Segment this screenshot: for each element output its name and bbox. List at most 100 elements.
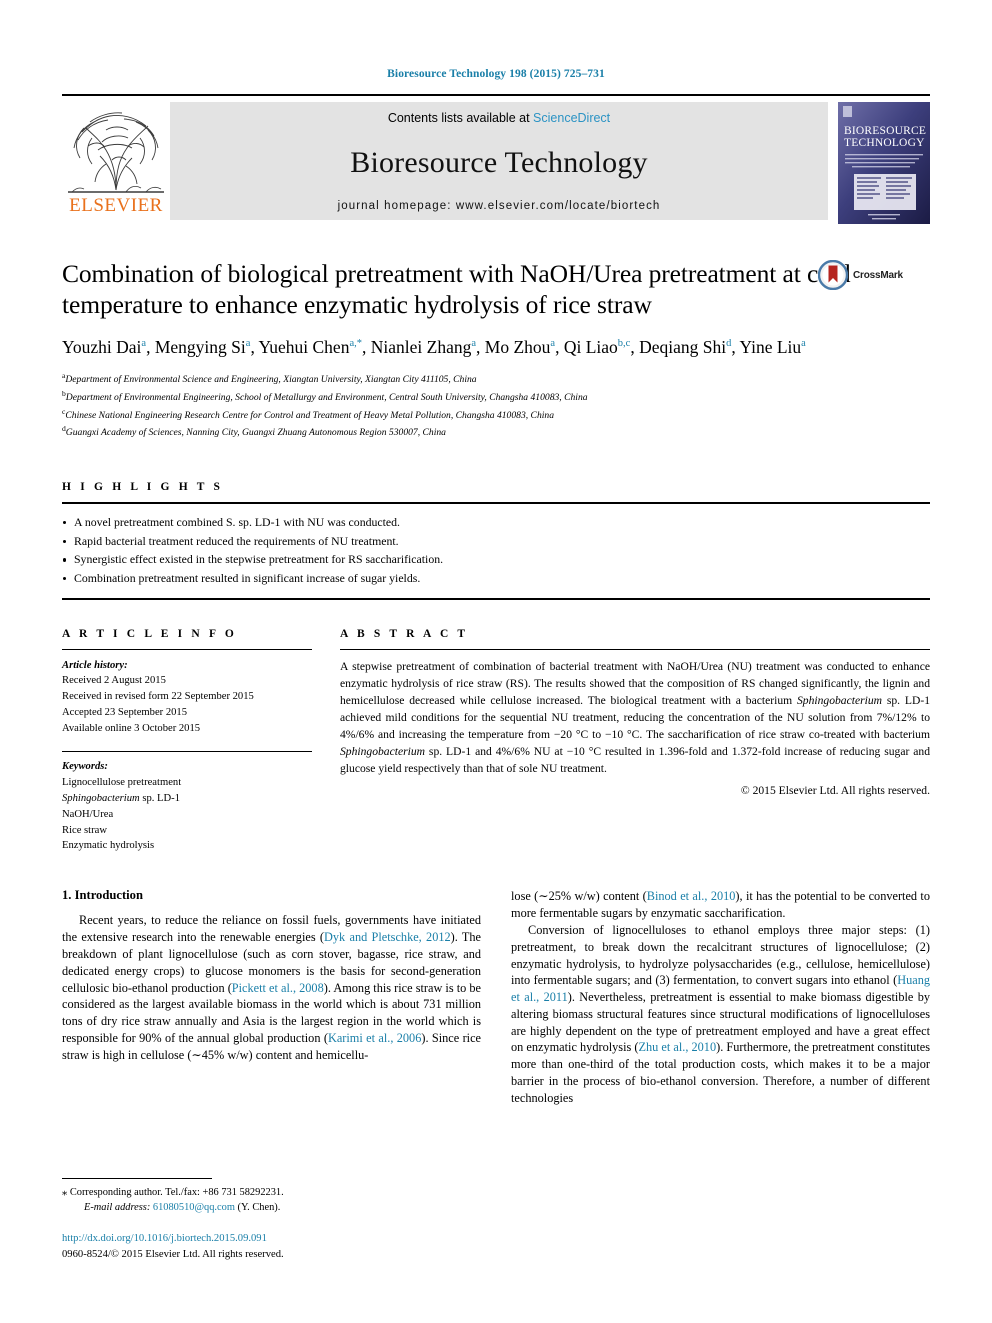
journal-homepage-link[interactable]: journal homepage: www.elsevier.com/locat… [338,200,661,212]
copyright-line: © 2015 Elsevier Ltd. All rights reserved… [740,783,930,797]
keyword-item: Lignocellulose pretreatment [62,776,182,788]
keyword-item: Rice straw [62,824,108,836]
elsevier-wordmark: ELSEVIER [69,195,163,216]
elsevier-tree-icon [68,112,164,193]
keyword-item: Enzymatic hydrolysis [62,840,155,852]
email-suffix: (Y. Chen). [237,1202,281,1214]
citation-link[interactable]: Dyk and Pletschke, 2012 [324,930,451,944]
article-info-rule [62,648,312,650]
history-item: Available online 3 October 2015 [62,723,201,735]
article-info-heading: A R T I C L E I N F O [62,627,237,640]
para-text: Conversion of lignocelluloses to ethanol… [511,922,930,988]
article-body: 1. Introduction Recent years, to reduce … [62,888,930,1106]
author-name: Yine Liu [739,337,802,358]
abstract-heading: A B S T R A C T [340,627,469,640]
author-name: Qi Liao [563,337,618,358]
sciencedirect-link[interactable]: ScienceDirect [533,111,610,125]
email-link[interactable]: 61080510@qq.com [153,1202,235,1213]
para-text: lose (∼25% w/w) content ( [511,889,647,904]
author-entry: Yine Liua [739,337,805,357]
doi-block: http://dx.doi.org/10.1016/j.biortech.201… [62,1231,472,1262]
history-item: Received in revised form 22 September 20… [62,691,254,703]
abstract-italic-1: Sphingobacterium [796,693,882,707]
author-entry: Deqiang Shid, [639,337,739,357]
list-item: A novel pretreatment combined S. sp. LD-… [62,513,930,532]
author-sep: , [555,337,564,358]
affiliation-text: Department of Environmental Science and … [65,374,477,386]
contents-available-line: Contents lists available at ScienceDirec… [388,111,610,125]
author-name: Mengying Si [154,337,246,358]
paragraph: lose (∼25% w/w) content (Binod et al., 2… [511,888,930,922]
affiliation-list: aDepartment of Environmental Science and… [62,370,930,441]
highlights-rule-bottom [62,597,930,600]
email-label: E-mail address: [84,1202,151,1214]
author-affil-mark: b,c [617,338,631,350]
info-and-abstract: A R T I C L E I N F O Article history: R… [62,628,930,855]
article-history: Article history: Received 2 August 2015 … [62,658,312,737]
author-name: Mo Zhou [484,337,551,358]
affiliation-item: cChinese National Engineering Research C… [62,406,930,424]
highlights-heading: H I G H L I G H T S [62,481,224,494]
footnote-area: ⁎ Corresponding author. Tel./fax: +86 73… [62,1178,472,1263]
abstract-column: A B S T R A C T A stepwise pretreatment … [340,628,930,855]
author-name: Yuehui Chen [258,337,350,358]
author-entry: Youzhi Daia, [62,337,155,357]
affiliation-text: Guangxi Academy of Sciences, Nanning Cit… [65,427,446,439]
svg-text:BIORESOURCE: BIORESOURCE [844,125,926,137]
journal-cover-thumbnail: BIORESOURCE TECHNOLOGY [838,102,930,224]
paragraph: Recent years, to reduce the reliance on … [62,912,481,1063]
citation-link[interactable]: Binod et al., 2010 [647,889,736,903]
author-entry: Mengying Sia, [155,337,259,357]
footnote-rule [62,1178,212,1179]
keywords-list: Keywords: Lignocellulose pretreatment Sp… [62,759,312,854]
paragraph: Conversion of lignocelluloses to ethanol… [511,922,930,1107]
issn-copyright-line: 0960-8524/© 2015 Elsevier Ltd. All right… [62,1248,284,1260]
journal-masthead: ELSEVIER Contents lists available at Sci… [62,94,930,224]
author-name: Youzhi Dai [62,337,142,358]
author-entry: Nianlei Zhanga, [371,337,485,357]
citation-link[interactable]: Karimi et al., 2006 [328,1031,421,1045]
cover-art: BIORESOURCE TECHNOLOGY [838,102,930,224]
abstract-italic-2: Sphingobacterium [340,744,426,758]
author-affil-mark: a [801,338,806,350]
citation-link[interactable]: Zhu et al., 2010 [638,1040,716,1054]
page-title: Combination of biological pretreatment w… [62,259,851,320]
keywords-block: Keywords: Lignocellulose pretreatment Sp… [62,751,312,854]
history-item: Received 2 August 2015 [62,675,166,687]
corresponding-marker: ⁎ [62,1187,68,1198]
author-entry: Qi Liaob,c, [564,337,639,357]
crossmark-badge[interactable]: CrossMark [818,260,930,290]
crossmark-icon [818,260,848,290]
contents-prefix: Contents lists available at [387,111,530,125]
corresponding-text: Corresponding author. Tel./fax: +86 731 … [69,1187,284,1198]
highlights-rule-top [62,502,930,505]
author-entry: Yuehui Chena,*, [259,337,371,357]
article-history-label: Article history: [62,659,128,671]
email-note: E-mail address: 61080510@qq.com (Y. Chen… [62,1200,472,1215]
affiliation-text: Department of Environmental Engineering,… [65,391,588,403]
author-list: Youzhi Daia, Mengying Sia, Yuehui Chena,… [62,336,862,360]
crossmark-label: CrossMark [853,269,903,281]
keywords-label: Keywords: [62,761,108,773]
affiliation-item: aDepartment of Environmental Science and… [62,370,930,388]
abstract-rule [340,648,930,650]
author-name: Nianlei Zhang [370,337,472,358]
title-block: Combination of biological pretreatment w… [62,258,930,441]
corresponding-author-note: ⁎ Corresponding author. Tel./fax: +86 73… [62,1185,472,1200]
author-sep: , [630,337,640,358]
author-sep: , [362,337,371,358]
keyword-item: Sphingobacterium sp. LD-1 [62,792,180,804]
article-info-column: A R T I C L E I N F O Article history: R… [62,628,312,855]
list-item: Synergistic effect existed in the stepwi… [62,550,930,569]
body-column-left: 1. Introduction Recent years, to reduce … [62,888,481,1106]
author-name: Deqiang Shi [639,337,727,358]
author-sep: , [146,337,155,358]
citation-link[interactable]: Pickett et al., 2008 [232,981,324,995]
elsevier-logo: ELSEVIER [62,102,170,220]
list-item: Combination pretreatment resulted in sig… [62,569,930,588]
highlights-section: H I G H L I G H T S A novel pretreatment… [62,481,930,600]
author-entry: Mo Zhoua, [485,337,564,357]
journal-title: Bioresource Technology [350,145,648,179]
keywords-rule [62,751,312,753]
doi-link[interactable]: http://dx.doi.org/10.1016/j.biortech.201… [62,1231,472,1247]
